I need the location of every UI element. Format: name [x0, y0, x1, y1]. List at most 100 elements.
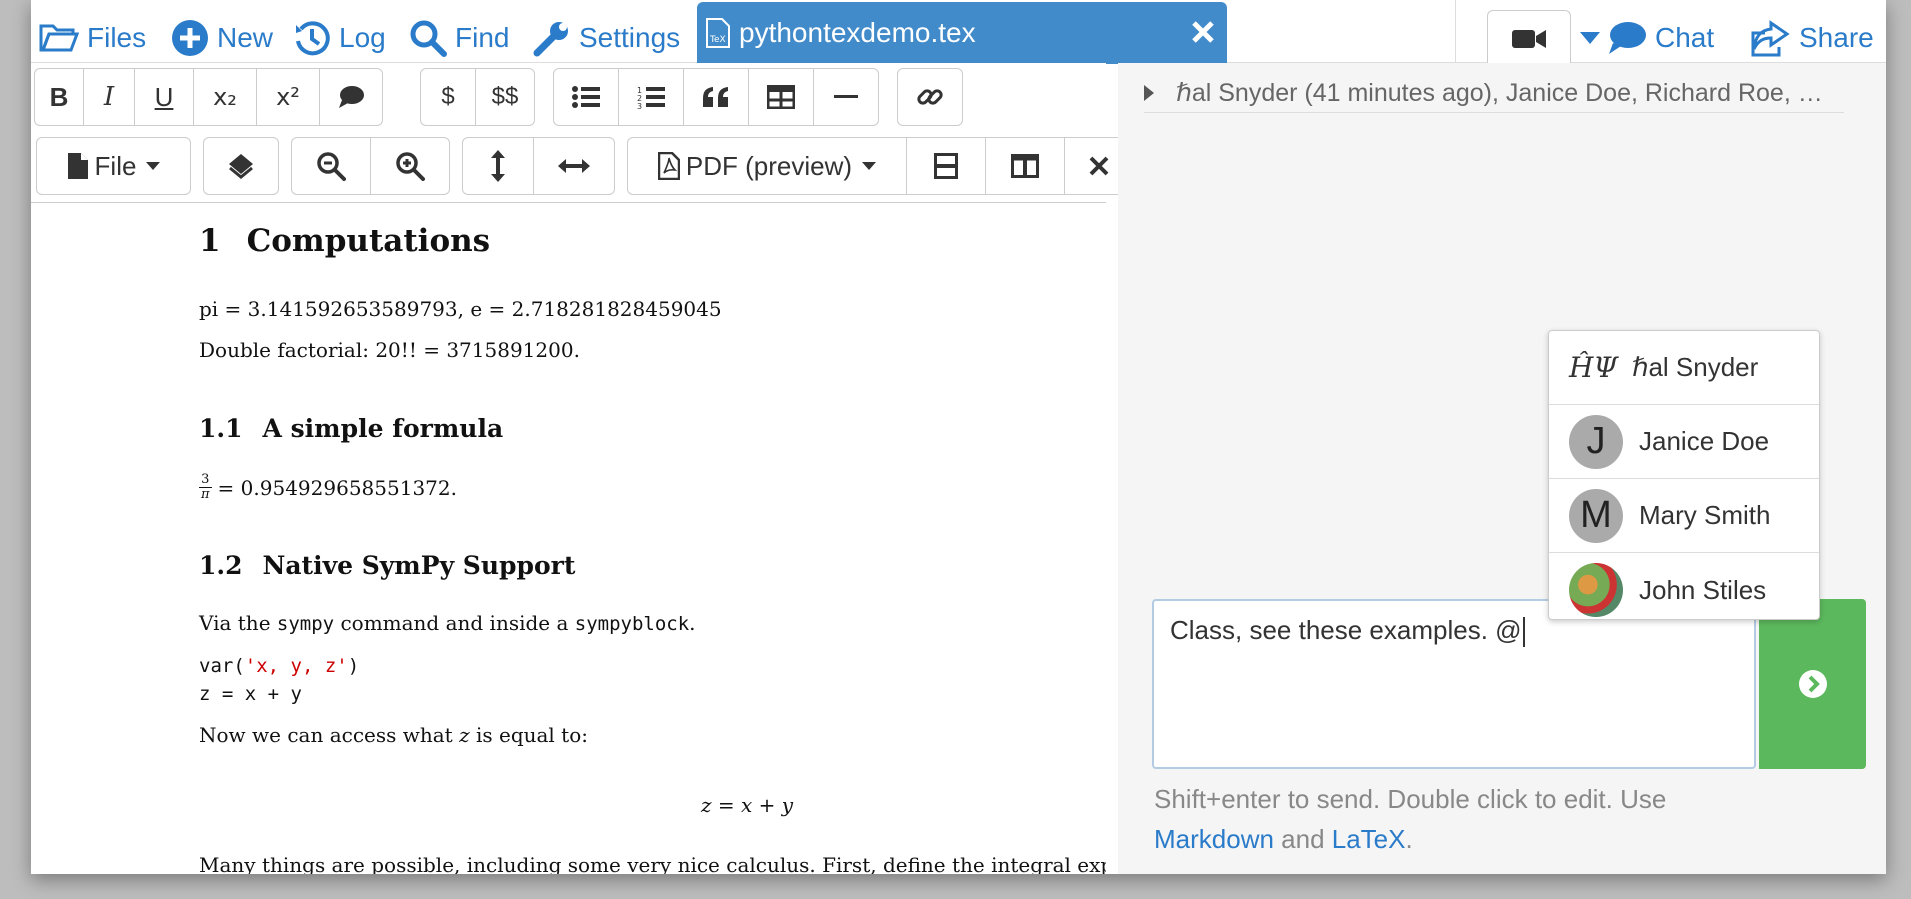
control-toolbar: File PDF (preview): [31, 129, 1134, 203]
paragraph: pi = 3.141592653589793, e = 2.7182818284…: [199, 297, 722, 321]
display-math-button[interactable]: $$: [475, 68, 535, 126]
mention-item[interactable]: ĤΨ ℏal Snyder: [1549, 331, 1819, 405]
video-chat-button[interactable]: [1487, 10, 1571, 66]
file-icon: [67, 153, 88, 179]
log-button[interactable]: Log: [293, 18, 386, 58]
divider: [1455, 0, 1456, 63]
arrows-horizontal-icon: [558, 159, 590, 173]
text-cursor: [1522, 617, 1525, 648]
wrench-icon: [533, 22, 568, 57]
chat-help-text: Shift+enter to send. Double click to edi…: [1154, 784, 1667, 854]
settings-button[interactable]: Settings: [533, 18, 680, 58]
underline-button[interactable]: U: [134, 68, 194, 126]
subscript-button[interactable]: x₂: [193, 68, 257, 126]
close-icon: [1089, 156, 1109, 176]
share-button[interactable]: Share: [1749, 18, 1874, 58]
zoom-out-button[interactable]: [291, 137, 371, 195]
chat-label: Chat: [1655, 22, 1715, 53]
inline-math-button[interactable]: $: [420, 68, 476, 126]
top-bar: Files New Log Find Settings TeX pythonte…: [31, 0, 1886, 66]
split-vertical-button[interactable]: [985, 137, 1065, 195]
fraction: 3 π: [199, 472, 212, 502]
file-menu-button[interactable]: File: [36, 137, 191, 195]
latex-link[interactable]: LaTeX: [1332, 824, 1406, 854]
file-menu-label: File: [94, 150, 137, 181]
new-label: New: [217, 22, 274, 53]
link-button[interactable]: [897, 68, 963, 126]
formula: 3 π = 0.954929658551372.: [199, 472, 457, 502]
link-icon: [917, 89, 943, 105]
mention-name: John Stiles: [1639, 574, 1767, 605]
quote-button[interactable]: [683, 68, 749, 126]
split-horizontal-button[interactable]: [906, 137, 986, 195]
find-button[interactable]: Find: [409, 18, 509, 58]
comment-icon: [1609, 22, 1646, 54]
minus-icon: [834, 95, 858, 98]
arrows-vertical-icon: [491, 150, 505, 182]
comment-icon: [339, 86, 364, 108]
chat-button[interactable]: Chat: [1579, 18, 1714, 58]
split-vertical-icon: [1011, 154, 1039, 178]
caret-right-icon: [1144, 84, 1154, 101]
fit-height-button[interactable]: [462, 137, 534, 195]
zoom-in-button[interactable]: [370, 137, 450, 195]
table-button[interactable]: [748, 68, 814, 126]
subsection-heading: 1.1 A simple formula: [199, 414, 504, 443]
chat-input-value: Class, see these examples. @: [1170, 615, 1522, 645]
mention-item[interactable]: John Stiles: [1549, 553, 1819, 627]
paragraph: Many things are possible, including some…: [199, 853, 1106, 874]
list-ol-icon: 123: [637, 86, 665, 109]
fit-width-button[interactable]: [533, 137, 615, 195]
table-icon: [767, 85, 795, 109]
files-button[interactable]: Files: [39, 18, 146, 58]
find-label: Find: [455, 22, 510, 53]
horizontal-rule-button[interactable]: [813, 68, 879, 126]
italic-button[interactable]: I: [83, 68, 135, 126]
files-label: Files: [87, 22, 147, 53]
log-label: Log: [339, 22, 386, 53]
caret-down-icon: [146, 162, 161, 170]
numbered-list-button[interactable]: 123: [618, 68, 684, 126]
code-line: var('x, y, z'): [199, 655, 360, 677]
share-icon: [1751, 20, 1790, 57]
svg-text:3: 3: [637, 102, 642, 109]
mention-item[interactable]: M Mary Smith: [1549, 479, 1819, 553]
paragraph: Now we can access what z is equal to:: [199, 723, 588, 747]
history-text: ℏal Snyder (41 minutes ago), Janice Doe,…: [1176, 78, 1823, 107]
tab-pythontexdemo[interactable]: TeX pythontexdemo.tex: [697, 2, 1227, 64]
avatar: ĤΨ: [1569, 351, 1618, 384]
superscript-button[interactable]: x²: [256, 68, 320, 126]
section-heading: 1 Computations: [199, 223, 491, 259]
paragraph: Double factorial: 20!! = 3715891200.: [199, 338, 580, 362]
mention-name: Mary Smith: [1639, 500, 1771, 530]
pdf-file-icon: [657, 152, 680, 180]
zoom-out-icon: [317, 152, 346, 181]
avatar: [1569, 563, 1623, 617]
split-horizontal-icon: [934, 153, 958, 179]
pdf-preview: 1 Computations pi = 3.141592653589793, e …: [31, 203, 1106, 874]
markdown-link[interactable]: Markdown: [1154, 824, 1274, 854]
pdf-preview-button[interactable]: PDF (preview): [627, 137, 907, 195]
history-icon: [296, 21, 330, 56]
subsection-heading: 1.2 Native SymPy Support: [199, 551, 576, 580]
chat-history-summary[interactable]: ℏal Snyder (41 minutes ago), Janice Doe,…: [1144, 73, 1844, 113]
quote-icon: [703, 87, 728, 107]
zoom-in-icon: [396, 152, 425, 181]
mention-name: ℏal Snyder: [1631, 352, 1759, 382]
new-button[interactable]: New: [171, 18, 273, 58]
mention-name: Janice Doe: [1639, 426, 1770, 456]
file-tab-label: pythontexdemo.tex: [739, 17, 976, 48]
format-toolbar: B I U x₂ x² $ $$ 123: [31, 63, 1106, 129]
sync-button[interactable]: [203, 137, 279, 195]
plus-circle-icon: [172, 20, 208, 56]
share-label: Share: [1799, 22, 1874, 53]
mention-item[interactable]: J Janice Doe: [1549, 405, 1819, 479]
editor-pane: B I U x₂ x² $ $$ 123 File PDF (preview) …: [31, 63, 1134, 874]
settings-label: Settings: [579, 22, 681, 53]
caret-down-icon: [1580, 32, 1600, 44]
comment-button[interactable]: [319, 68, 383, 126]
bold-button[interactable]: B: [34, 68, 84, 126]
display-equation: z = x + y: [701, 793, 794, 817]
bullet-list-button[interactable]: [553, 68, 619, 126]
close-icon[interactable]: [1189, 18, 1217, 46]
